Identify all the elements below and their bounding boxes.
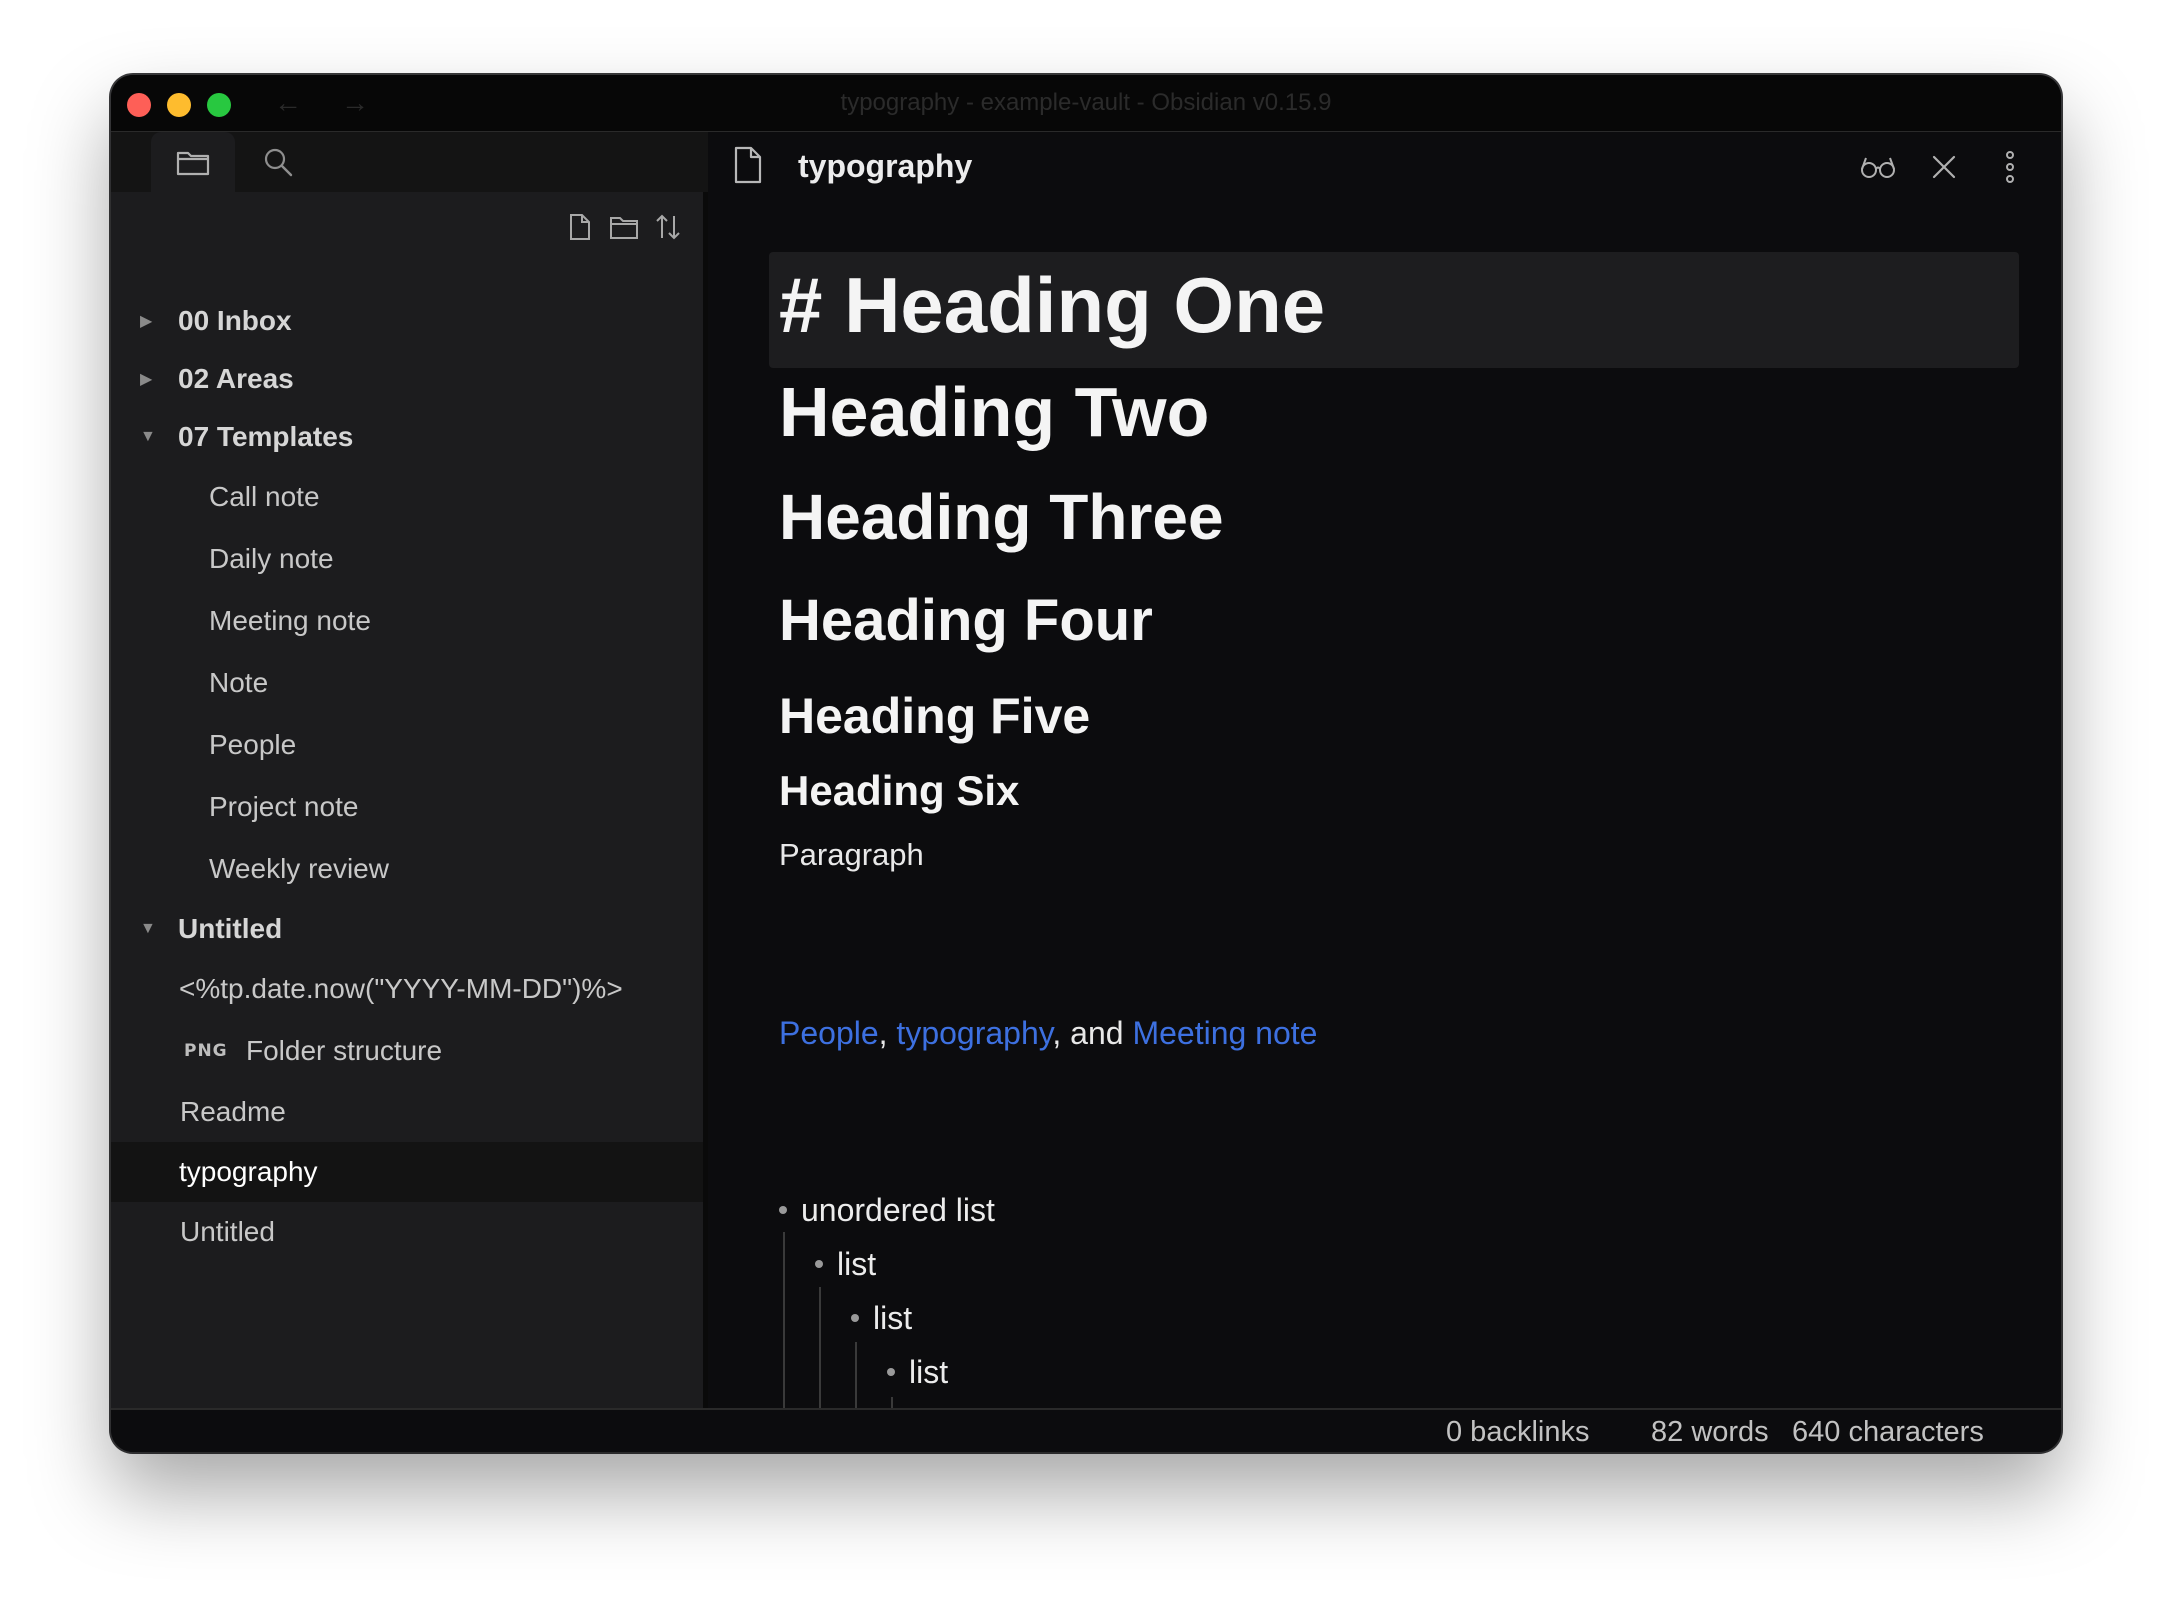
file-label: Note — [209, 667, 269, 698]
heading-three[interactable]: Heading Three — [779, 480, 1224, 554]
reading-view-button[interactable] — [1857, 146, 1899, 188]
sort-button[interactable] — [653, 212, 683, 242]
list-item[interactable]: list — [851, 1300, 912, 1337]
folder-label: 00 Inbox — [178, 305, 292, 336]
folder-02-areas[interactable]: ▶ 02 Areas — [111, 350, 703, 408]
link-separator: , and — [1052, 1015, 1133, 1051]
new-folder-button[interactable] — [609, 212, 639, 242]
links-line: People, typography, and Meeting note — [779, 1015, 1317, 1052]
heading-marker: # — [779, 261, 823, 349]
file-meeting-note[interactable]: Meeting note — [111, 590, 703, 652]
editor-pane: typography # Heading One Heading Two Hea… — [708, 132, 2061, 1452]
new-file-icon — [570, 214, 590, 240]
heading-five[interactable]: Heading Five — [779, 687, 1090, 745]
list-item[interactable]: list — [815, 1246, 876, 1283]
more-options-button[interactable] — [1989, 146, 2031, 188]
file-note[interactable]: Note — [111, 652, 703, 714]
file-typography[interactable]: typography — [111, 1142, 703, 1202]
bullet-icon — [887, 1367, 895, 1376]
folder-untitled[interactable]: ▼ Untitled — [111, 900, 703, 958]
bullet-icon — [779, 1205, 787, 1214]
file-folder-structure-png[interactable]: PNG Folder structure — [111, 1020, 703, 1082]
document-icon — [734, 146, 762, 184]
bullet-icon — [815, 1259, 823, 1268]
chevron-down-icon: ▼ — [140, 920, 156, 937]
file-label: typography — [179, 1156, 318, 1187]
link-separator: , — [878, 1015, 897, 1051]
list-item-text: unordered list — [801, 1192, 995, 1228]
title-bar: ← → typography - example-vault - Obsidia… — [111, 75, 2061, 132]
file-weekly-review[interactable]: Weekly review — [111, 838, 703, 900]
tab-search[interactable] — [236, 132, 320, 192]
heading-one-text: Heading One — [844, 261, 1326, 349]
bullet-icon — [851, 1313, 859, 1322]
link-typography[interactable]: typography — [896, 1015, 1052, 1051]
chevron-right-icon: ▶ — [140, 371, 153, 388]
search-icon — [264, 148, 293, 177]
file-call-note[interactable]: Call note — [111, 466, 703, 528]
png-badge: PNG — [184, 1041, 228, 1061]
new-note-button[interactable] — [565, 212, 595, 242]
folder-icon — [176, 151, 210, 176]
heading-four[interactable]: Heading Four — [779, 587, 1153, 654]
close-tab-button[interactable] — [1923, 146, 1965, 188]
file-label: People — [209, 729, 297, 760]
file-tree: ▶ 00 Inbox ▶ 02 Areas ▼ 07 Templates Cal… — [111, 292, 703, 1262]
file-label: Weekly review — [209, 853, 389, 884]
list-item-text: list — [873, 1300, 913, 1336]
sidebar-tab-bar — [111, 132, 708, 192]
file-date-template[interactable]: <%tp.date.now("YYYY-MM-DD")%> — [111, 958, 703, 1020]
word-count: 82 words — [1651, 1416, 1769, 1448]
new-folder-icon — [610, 217, 638, 239]
heading-six[interactable]: Heading Six — [779, 767, 1019, 815]
list-item[interactable]: list — [887, 1354, 948, 1391]
file-label: Untitled — [180, 1216, 275, 1247]
file-daily-note[interactable]: Daily note — [111, 528, 703, 590]
file-explorer-actions — [565, 212, 683, 242]
heading-two[interactable]: Heading Two — [779, 372, 1209, 452]
chevron-down-icon: ▼ — [140, 428, 156, 445]
list-item-text: list — [837, 1246, 877, 1282]
file-label: Folder structure — [246, 1035, 443, 1066]
file-label: Call note — [209, 481, 320, 512]
folder-07-templates[interactable]: ▼ 07 Templates — [111, 408, 703, 466]
character-count: 640 characters — [1792, 1416, 1984, 1448]
link-people[interactable]: People — [779, 1015, 879, 1051]
folder-label: Untitled — [178, 913, 283, 944]
file-label: Daily note — [209, 543, 334, 574]
paragraph[interactable]: Paragraph — [779, 837, 924, 873]
view-actions — [1857, 146, 2031, 188]
folder-00-inbox[interactable]: ▶ 00 Inbox — [111, 292, 703, 350]
file-label: Project note — [209, 791, 359, 822]
document-title[interactable]: typography — [798, 148, 972, 185]
file-readme[interactable]: Readme — [111, 1082, 703, 1142]
file-project-note[interactable]: Project note — [111, 776, 703, 838]
folder-label: 02 Areas — [178, 363, 294, 394]
file-label: <%tp.date.now("YYYY-MM-DD")%> — [179, 973, 623, 1004]
chevron-right-icon: ▶ — [140, 313, 153, 330]
left-sidebar: ▶ 00 Inbox ▶ 02 Areas ▼ 07 Templates Cal… — [111, 132, 708, 1408]
status-bar: 0 backlinks 82 words 640 characters — [111, 1408, 2061, 1452]
file-people[interactable]: People — [111, 714, 703, 776]
file-label: Readme — [180, 1096, 286, 1127]
heading-one[interactable]: # Heading One — [779, 260, 1325, 351]
sort-icon — [656, 214, 680, 240]
more-options-icon — [2006, 151, 2014, 183]
window-title: typography - example-vault - Obsidian v0… — [840, 89, 1332, 116]
close-icon — [1932, 155, 1956, 179]
list-item[interactable]: unordered list — [779, 1192, 995, 1229]
obsidian-window: ← → typography - example-vault - Obsidia… — [111, 75, 2061, 1452]
reading-view-icon — [1861, 157, 1895, 178]
backlinks-count[interactable]: 0 backlinks — [1446, 1416, 1589, 1449]
list-item-text: list — [909, 1354, 949, 1390]
tab-file-explorer[interactable] — [151, 132, 235, 192]
folder-label: 07 Templates — [178, 421, 354, 452]
link-meeting-note[interactable]: Meeting note — [1132, 1015, 1317, 1051]
view-header: typography — [708, 132, 2061, 202]
file-label: Meeting note — [209, 605, 371, 636]
file-untitled[interactable]: Untitled — [111, 1202, 703, 1262]
